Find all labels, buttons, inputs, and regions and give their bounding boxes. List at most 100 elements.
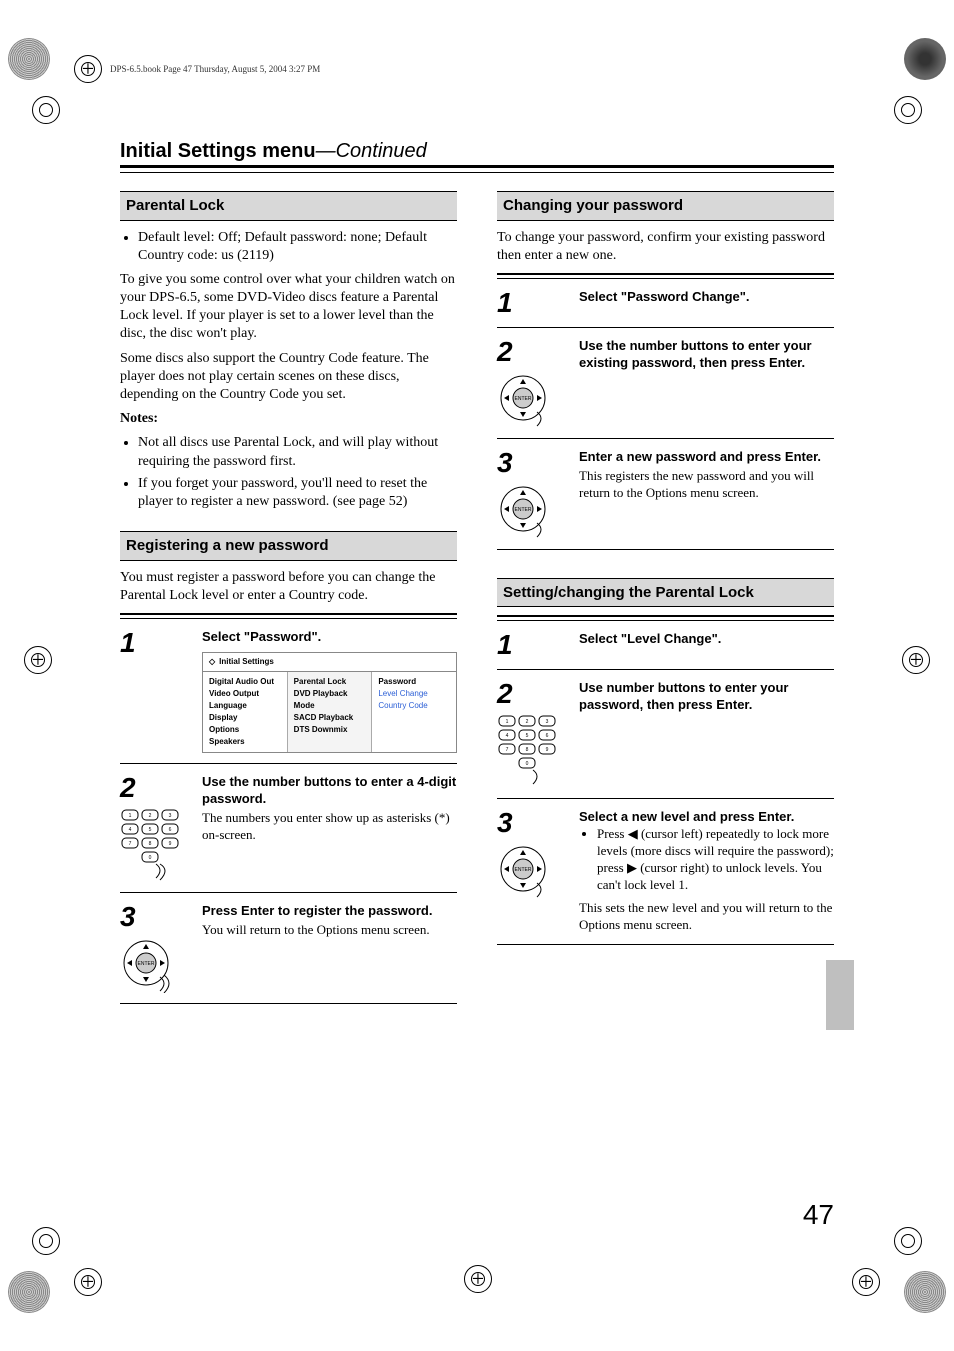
step-number: 2 <box>497 680 567 708</box>
page-number: 47 <box>803 1199 834 1231</box>
menu-item: DTS Downmix <box>294 724 366 736</box>
crop-mark-icon <box>894 96 922 124</box>
section-head-change-password: Changing your password <box>497 191 834 221</box>
svg-text:ENTER: ENTER <box>515 396 532 402</box>
remote-enter-icon: ENTER <box>497 483 567 539</box>
initial-settings-menu: Initial Settings Digital Audio Out Video… <box>202 652 457 753</box>
numeric-keypad-icon: 123 456 789 0 <box>120 808 190 882</box>
cursor-left-icon <box>628 826 638 841</box>
menu-item: Display <box>209 712 281 724</box>
crop-mark-icon <box>32 1227 60 1255</box>
page-title: Initial Settings menu—Continued <box>120 140 834 163</box>
svg-text:8: 8 <box>149 841 152 847</box>
cursor-right-icon <box>627 860 637 875</box>
svg-text:4: 4 <box>506 733 509 739</box>
crop-mark-icon <box>902 646 930 674</box>
remote-enter-icon: ENTER <box>497 372 567 428</box>
change-step-1-instruction: Select "Password Change". <box>579 289 834 306</box>
crop-mark-icon <box>24 646 52 674</box>
svg-text:4: 4 <box>129 827 132 833</box>
svg-text:8: 8 <box>526 747 529 753</box>
numeric-keypad-icon: 123 456 789 0 <box>497 714 567 788</box>
step-number: 1 <box>497 289 567 317</box>
note-1: Not all discs use Parental Lock, and wil… <box>138 434 457 470</box>
change-step-2-instruction: Use the number buttons to enter your exi… <box>579 338 834 372</box>
svg-text:6: 6 <box>546 733 549 739</box>
print-ornament-icon <box>904 38 946 80</box>
step-number: 2 <box>497 338 567 366</box>
svg-text:7: 7 <box>129 841 132 847</box>
crop-mark-icon <box>32 96 60 124</box>
svg-text:7: 7 <box>506 747 509 753</box>
crop-mark-icon <box>464 1265 492 1293</box>
svg-text:9: 9 <box>169 841 172 847</box>
level-step-2: 2 123 456 789 <box>497 670 834 799</box>
crop-mark-icon <box>894 1227 922 1255</box>
note-2: If you forget your password, you'll need… <box>138 475 457 511</box>
crop-mark-icon <box>74 55 102 83</box>
step-3-instruction: Press Enter to register the password. <box>202 903 457 920</box>
svg-text:1: 1 <box>129 813 132 819</box>
parental-lock-para1: To give you some control over what your … <box>120 271 457 344</box>
level-step-2-instruction: Use number buttons to enter your passwor… <box>579 680 834 714</box>
svg-text:ENTER: ENTER <box>138 961 155 967</box>
svg-text:1: 1 <box>506 719 509 725</box>
level-step-3-body: This sets the new level and you will ret… <box>579 900 834 934</box>
svg-text:ENTER: ENTER <box>515 867 532 873</box>
change-step-3: 3 ENTER <box>497 439 834 550</box>
step-1-instruction: Select "Password". <box>202 629 457 646</box>
svg-text:2: 2 <box>149 813 152 819</box>
svg-text:2: 2 <box>526 719 529 725</box>
svg-text:5: 5 <box>526 733 529 739</box>
register-step-1: 1 Select "Password". Initial Settings Di… <box>120 619 457 764</box>
step-2-instruction: Use the number buttons to enter a 4-digi… <box>202 774 457 808</box>
level-step-3-bullet: Press (cursor left) repeatedly to lock m… <box>597 826 834 894</box>
remote-enter-icon: ENTER <box>497 843 567 899</box>
book-runner: DPS-6.5.book Page 47 Thursday, August 5,… <box>110 64 320 74</box>
menu-item: Language <box>209 700 281 712</box>
thumb-tab <box>826 960 854 1030</box>
step-number: 1 <box>120 629 190 657</box>
level-step-3: 3 ENTER <box>497 799 834 944</box>
menu-item-highlight: Level Change <box>378 688 450 700</box>
svg-text:0: 0 <box>526 761 529 767</box>
step-2-body: The numbers you enter show up as asteris… <box>202 810 457 844</box>
menu-item: Parental Lock <box>294 676 366 688</box>
register-step-2: 2 123 456 789 <box>120 764 457 893</box>
change-step-3-body: This registers the new password and you … <box>579 468 834 502</box>
change-step-3-instruction: Enter a new password and press Enter. <box>579 449 834 466</box>
print-ornament-icon <box>8 1271 50 1313</box>
menu-item: Digital Audio Out <box>209 676 281 688</box>
page-title-main: Initial Settings menu <box>120 140 316 162</box>
crop-mark-icon <box>74 1268 102 1296</box>
register-password-intro: You must register a password before you … <box>120 569 457 605</box>
step-3-body: You will return to the Options menu scre… <box>202 922 457 939</box>
step-number: 3 <box>497 449 567 477</box>
remote-enter-icon: ENTER <box>120 937 190 993</box>
crop-mark-icon <box>852 1268 880 1296</box>
section-head-register-password: Registering a new password <box>120 531 457 561</box>
level-step-1: 1 Select "Level Change". <box>497 621 834 670</box>
print-ornament-icon <box>8 38 50 80</box>
menu-item: Options <box>209 724 281 736</box>
step-number: 1 <box>497 631 567 659</box>
section-head-set-parental-lock: Setting/changing the Parental Lock <box>497 578 834 608</box>
menu-item-highlight: Country Code <box>378 700 450 712</box>
level-step-1-instruction: Select "Level Change". <box>579 631 834 648</box>
title-rule <box>120 165 834 173</box>
change-step-1: 1 Select "Password Change". <box>497 279 834 328</box>
menu-item: Speakers <box>209 736 281 748</box>
svg-text:3: 3 <box>169 813 172 819</box>
notes-label: Notes: <box>120 410 457 428</box>
parental-lock-para2: Some discs also support the Country Code… <box>120 350 457 405</box>
register-step-3: 3 ENTER <box>120 893 457 1004</box>
menu-item: Password <box>378 676 450 688</box>
menu-title: Initial Settings <box>203 653 456 672</box>
change-password-intro: To change your password, confirm your ex… <box>497 229 834 265</box>
step-number: 3 <box>120 903 190 931</box>
step-number: 2 <box>120 774 190 802</box>
svg-text:5: 5 <box>149 827 152 833</box>
svg-text:ENTER: ENTER <box>515 507 532 513</box>
section-head-parental-lock: Parental Lock <box>120 191 457 221</box>
default-settings-bullet: Default level: Off; Default password: no… <box>138 229 457 265</box>
